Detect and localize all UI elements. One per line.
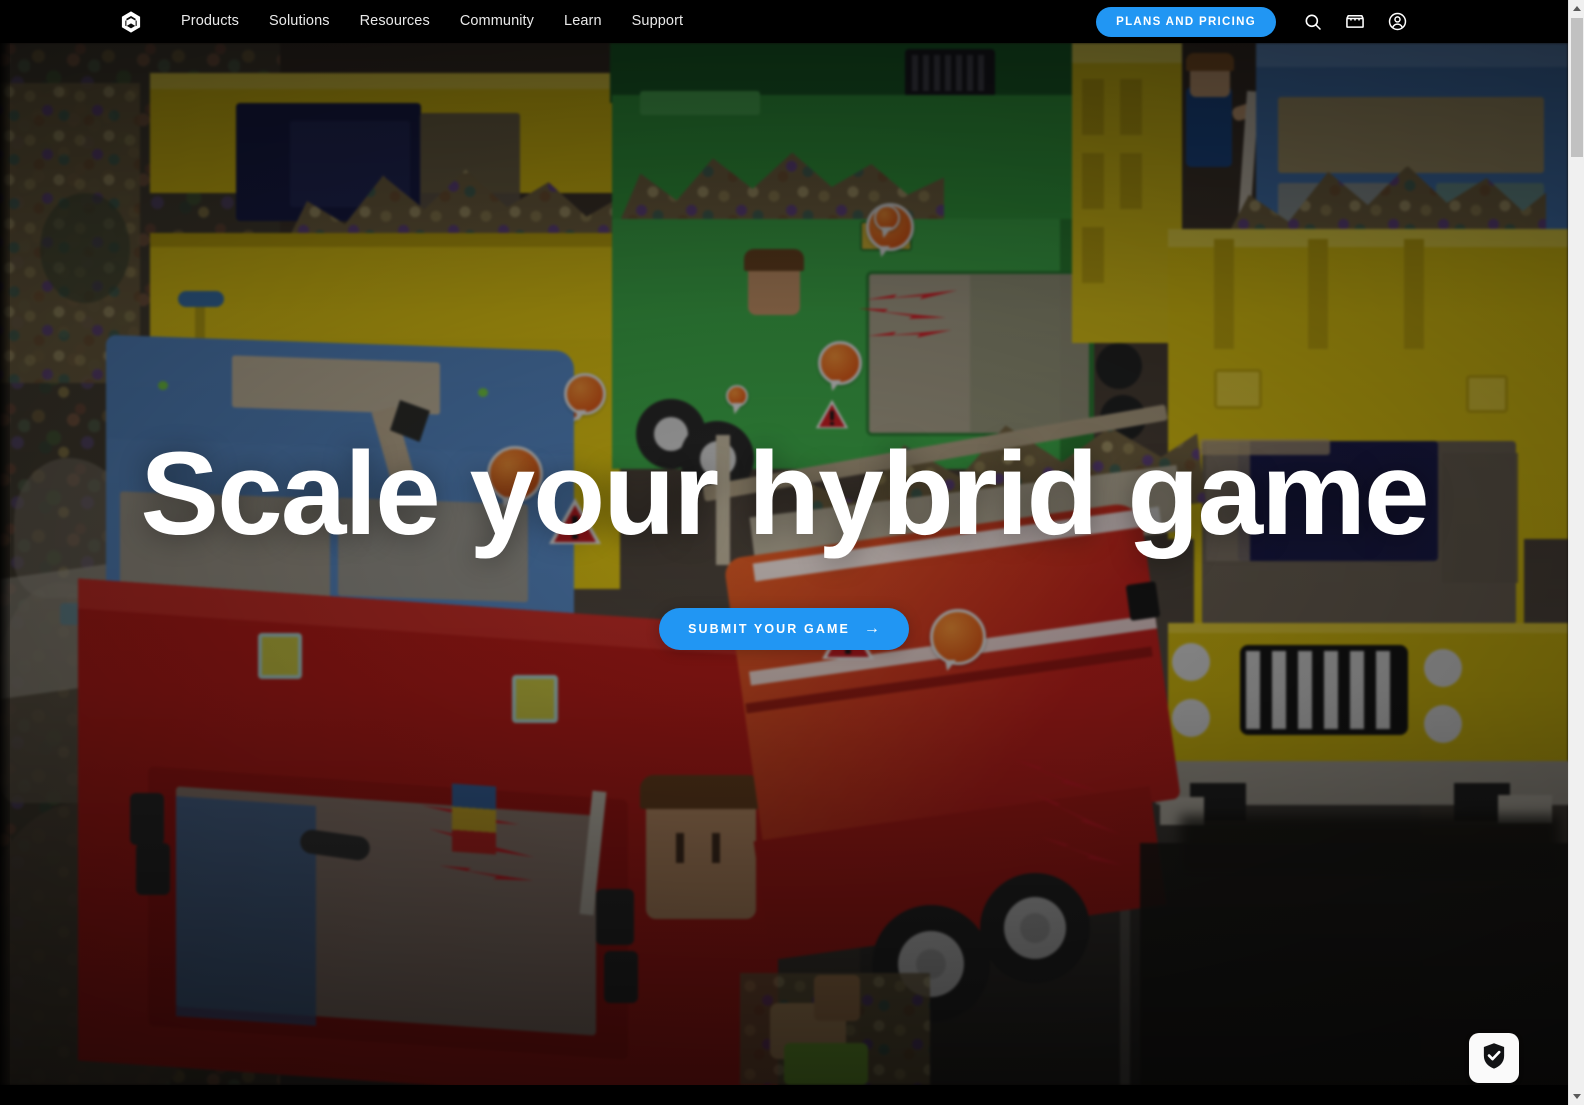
nav-item-solutions[interactable]: Solutions	[254, 4, 345, 39]
shield-check-icon	[1481, 1042, 1507, 1075]
nav-item-resources[interactable]: Resources	[345, 4, 445, 39]
hero-section: Scale your hybrid game SUBMIT YOUR GAME …	[0, 43, 1568, 1085]
hero-content: Scale your hybrid game SUBMIT YOUR GAME …	[0, 43, 1568, 1085]
header-actions: PLANS AND PRICING	[1096, 3, 1568, 41]
chevron-up-icon	[1573, 6, 1581, 11]
page-bottom-bar	[0, 1085, 1568, 1105]
account-icon[interactable]	[1378, 3, 1416, 41]
scroll-up-button[interactable]	[1569, 0, 1584, 17]
submit-your-game-button[interactable]: SUBMIT YOUR GAME →	[659, 608, 909, 651]
privacy-consent-badge[interactable]	[1469, 1033, 1519, 1083]
store-icon[interactable]	[1336, 3, 1374, 41]
unity-cube-logo[interactable]	[118, 9, 144, 35]
vertical-scrollbar[interactable]	[1568, 0, 1584, 1105]
browser-viewport: Scale your hybrid game SUBMIT YOUR GAME …	[0, 0, 1584, 1105]
primary-navigation: Products Solutions Resources Community L…	[166, 4, 698, 39]
plans-and-pricing-button[interactable]: PLANS AND PRICING	[1096, 6, 1276, 37]
arrow-right-icon: →	[863, 620, 880, 638]
scrollbar-thumb[interactable]	[1571, 18, 1583, 157]
page-root: Scale your hybrid game SUBMIT YOUR GAME …	[0, 0, 1568, 1105]
chevron-down-icon	[1573, 1094, 1581, 1099]
submit-your-game-label: SUBMIT YOUR GAME	[688, 622, 850, 637]
nav-item-support[interactable]: Support	[617, 4, 699, 39]
scroll-down-button[interactable]	[1569, 1088, 1584, 1105]
page-title: Scale your hybrid game	[140, 427, 1429, 560]
nav-item-community[interactable]: Community	[445, 4, 549, 39]
search-icon[interactable]	[1294, 3, 1332, 41]
site-header: Products Solutions Resources Community L…	[0, 0, 1568, 43]
nav-item-products[interactable]: Products	[166, 4, 254, 39]
nav-item-learn[interactable]: Learn	[549, 4, 617, 39]
